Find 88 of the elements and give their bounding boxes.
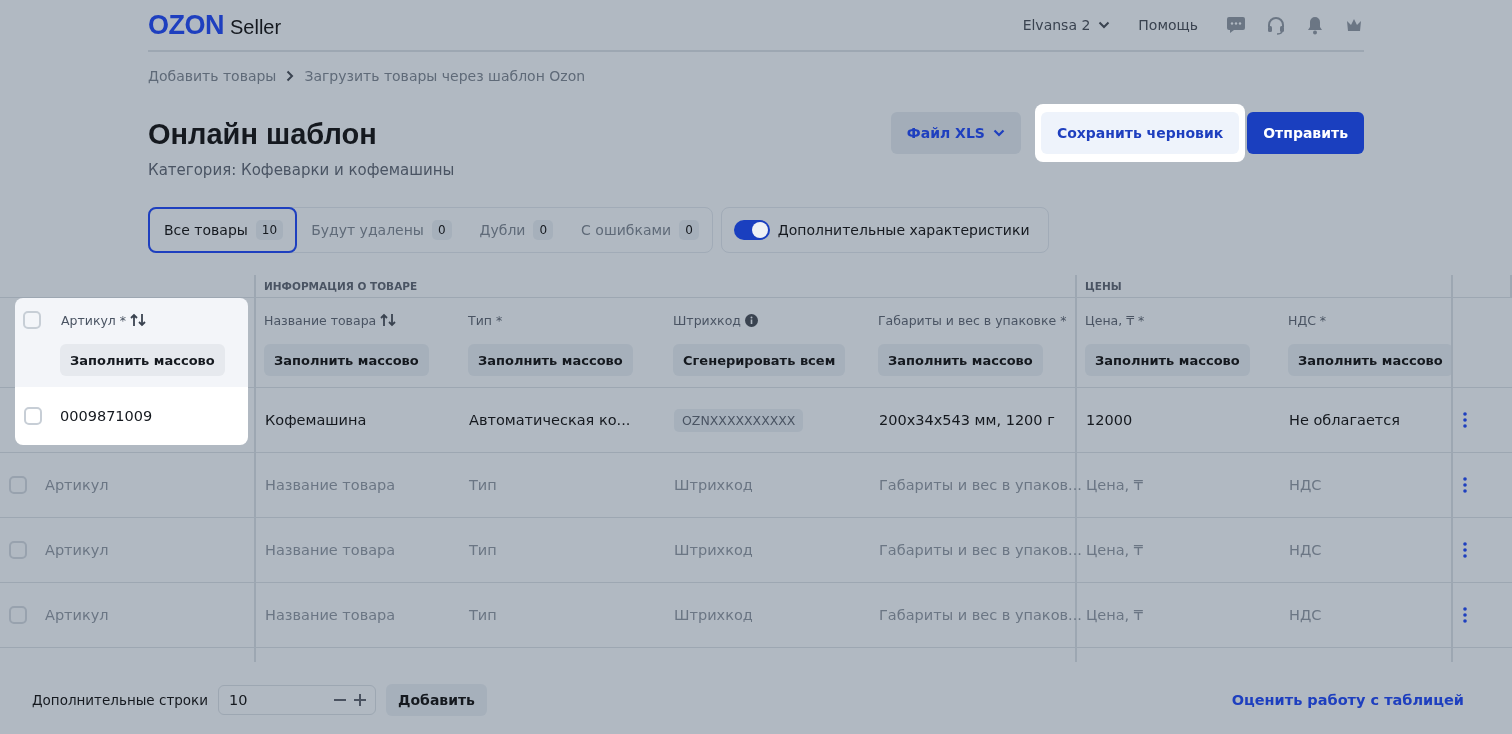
category-subtitle: Категория: Кофеварки и кофемашины [148,161,455,179]
table-cell[interactable]: Автоматическая ко... [469,412,631,428]
rate-table-link[interactable]: Оценить работу с таблицей [1231,692,1464,708]
table-cell[interactable]: Штрихкод [674,477,753,493]
bulk-fill-button[interactable]: Заполнить массово [878,344,1043,376]
rows-count-field[interactable]: 10 [218,685,376,715]
filter-tab[interactable]: Все товары 10 [148,207,298,253]
headset-icon[interactable] [1266,15,1286,35]
add-button[interactable]: Добавить [386,684,487,716]
column-header: Цена, ₸ * [1085,312,1145,328]
table-cell[interactable]: Цена, ₸ [1086,542,1143,558]
column-header: НДС * [1288,312,1327,328]
table-cell[interactable]: Название товара [265,607,396,623]
extra-rows-label: Дополнительные строки [32,692,208,708]
sort-icon[interactable] [380,313,397,327]
table-cell[interactable]: Артикул [45,542,109,558]
toggle-switch[interactable] [733,220,770,240]
table-cell[interactable]: Тип [469,607,497,623]
row-checkbox[interactable] [9,606,27,624]
column-group-header: ИНФОРМАЦИЯ О ТОВАРЕ [264,280,418,292]
table-cell[interactable]: Штрихкод [674,607,753,623]
more-options-icon[interactable] [1462,412,1467,428]
file-dropdown-button[interactable]: Файл XLS [890,112,1021,154]
more-options-icon[interactable] [1462,477,1467,493]
filter-tab[interactable]: Дубли 0 [463,207,568,253]
plus-icon[interactable] [353,693,367,707]
chat-icon[interactable] [1226,16,1246,34]
chevron-down-icon [992,129,1005,137]
sort-icon[interactable] [130,313,147,327]
column-header: Артикул * [61,312,127,328]
table-cell[interactable]: Цена, ₸ [1086,477,1143,493]
table-cell[interactable]: НДС [1289,607,1322,623]
table-cell[interactable]: Габариты и вес в упаков... [879,477,1082,493]
barcode-tag: OZNXXXXXXXXXX [674,408,804,432]
table-cell[interactable]: НДС [1289,542,1322,558]
column-header: Тип * [468,312,503,328]
bulk-fill-button[interactable]: Заполнить массово [1288,344,1451,376]
table-cell[interactable]: Название товара [265,477,396,493]
table-cell[interactable]: Не облагается [1289,412,1400,428]
submit-button[interactable]: Отправить [1247,112,1364,154]
account-dropdown[interactable]: Elvansa 2 [1022,17,1111,33]
save-draft-button[interactable]: Сохранить черновик [1040,112,1240,154]
chevron-right-icon [286,70,295,82]
table-cell[interactable]: Габариты и вес в упаков... [879,542,1082,558]
bulk-fill-button[interactable]: Заполнить массово [468,344,633,376]
count-badge: 10 [255,220,284,240]
breadcrumb-link[interactable]: Загрузить товары через шаблон Ozon [304,68,586,84]
logo-subtitle: Seller [230,15,282,39]
column-header: Штрихкод [673,312,741,328]
table-cell[interactable]: НДС [1289,477,1322,493]
table-cell[interactable]: Цена, ₸ [1086,607,1143,623]
table-cell[interactable]: 12000 [1086,412,1133,428]
row-checkbox[interactable] [24,407,42,425]
bulk-fill-button[interactable]: Заполнить массово [1085,344,1250,376]
table-cell[interactable]: 200x34x543 мм, 1200 г [879,412,1055,428]
row-checkbox[interactable] [9,476,27,494]
column-group-header: ЦЕНЫ [1085,280,1122,292]
table-cell[interactable]: Артикул [45,477,109,493]
more-options-icon[interactable] [1462,542,1467,558]
filter-tab[interactable]: Будут удалены 0 [295,207,466,253]
chevron-down-icon [1098,21,1111,29]
logo[interactable]: OZON [148,9,224,41]
table-cell[interactable]: Габариты и вес в упаков... [879,607,1082,623]
table-cell[interactable]: 0009871009 [60,408,153,424]
filter-tab[interactable]: С ошибками 0 [565,207,713,253]
more-options-icon[interactable] [1462,607,1467,623]
column-header: Габариты и вес в упаковке * [878,312,1067,328]
table-cell[interactable]: Тип [469,477,497,493]
page-title: Онлайн шаблон [148,118,378,151]
count-badge: 0 [431,220,452,240]
help-link[interactable]: Помощь [1138,17,1198,33]
column-header: Название товара [264,312,377,328]
row-checkbox[interactable] [9,541,27,559]
table-cell[interactable]: Артикул [45,607,109,623]
bulk-fill-button[interactable]: Сгенерировать всем [673,344,846,376]
table-cell[interactable]: Штрихкод [674,542,753,558]
count-badge: 0 [679,220,699,240]
bulk-fill-button[interactable]: Заполнить массово [60,344,225,376]
table-cell[interactable]: Название товара [265,542,396,558]
bulk-fill-button[interactable]: Заполнить массово [264,344,429,376]
select-all-checkbox[interactable] [23,311,41,329]
toggle-label: Дополнительные характеристики [777,222,1030,238]
breadcrumb-link[interactable]: Добавить товары [148,68,277,84]
bell-icon[interactable] [1306,15,1324,35]
table-cell[interactable]: Кофемашина [265,412,367,428]
count-badge: 0 [533,220,554,240]
table-cell[interactable]: Тип [469,542,497,558]
info-icon[interactable] [744,313,758,327]
